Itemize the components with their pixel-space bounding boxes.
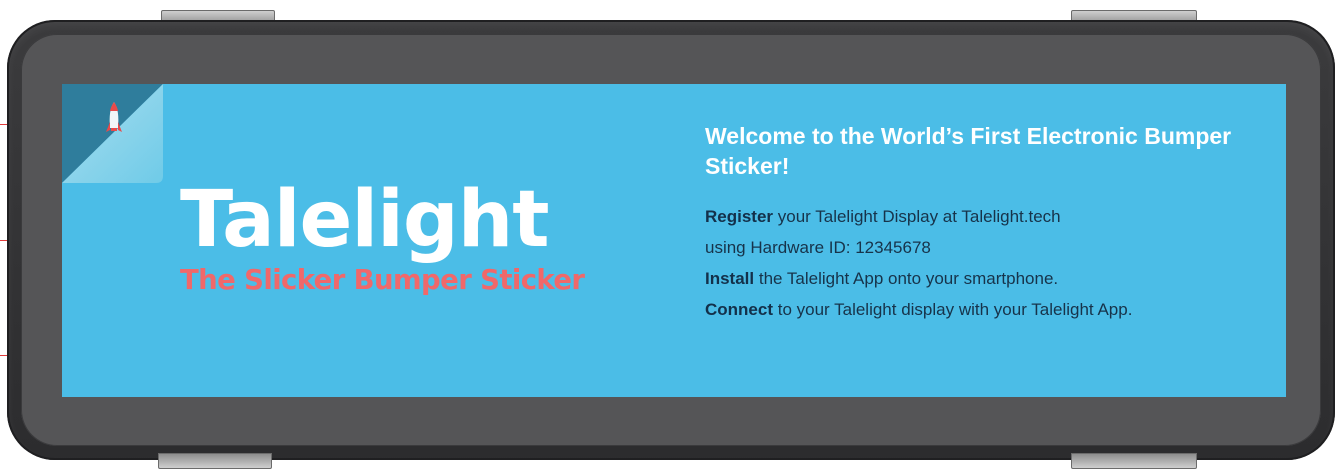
instruction-line: Connect to your Talelight display with y…	[705, 294, 1275, 325]
step-text: the Talelight App onto your smartphone.	[754, 269, 1059, 288]
mount-clip-bottom-right	[1071, 453, 1197, 469]
welcome-heading: Welcome to the World’s First Electronic …	[705, 123, 1232, 179]
brand-logo: Talelight	[180, 175, 550, 265]
brand-block: Talelight The Slicker Bumper Sticker	[180, 181, 620, 295]
brand-tagline: The Slicker Bumper Sticker	[180, 264, 585, 296]
step-keyword: Register	[705, 207, 774, 226]
step-text: to your Talelight display with your Tale…	[773, 300, 1133, 319]
step-text: your Talelight Display at Talelight.tech	[773, 207, 1061, 226]
setup-instructions: Welcome to the World’s First Electronic …	[705, 121, 1275, 325]
instruction-line: using Hardware ID: 12345678	[705, 232, 1275, 263]
step-keyword: Install	[705, 269, 755, 288]
mount-clip-bottom-left	[158, 453, 272, 469]
instruction-line: Register your Talelight Display at Talel…	[705, 201, 1275, 232]
instruction-line: Install the Talelight App onto your smar…	[705, 263, 1275, 294]
rocket-icon	[62, 84, 163, 183]
step-keyword: Connect	[705, 300, 773, 319]
step-text: using Hardware ID: 12345678	[705, 238, 931, 257]
